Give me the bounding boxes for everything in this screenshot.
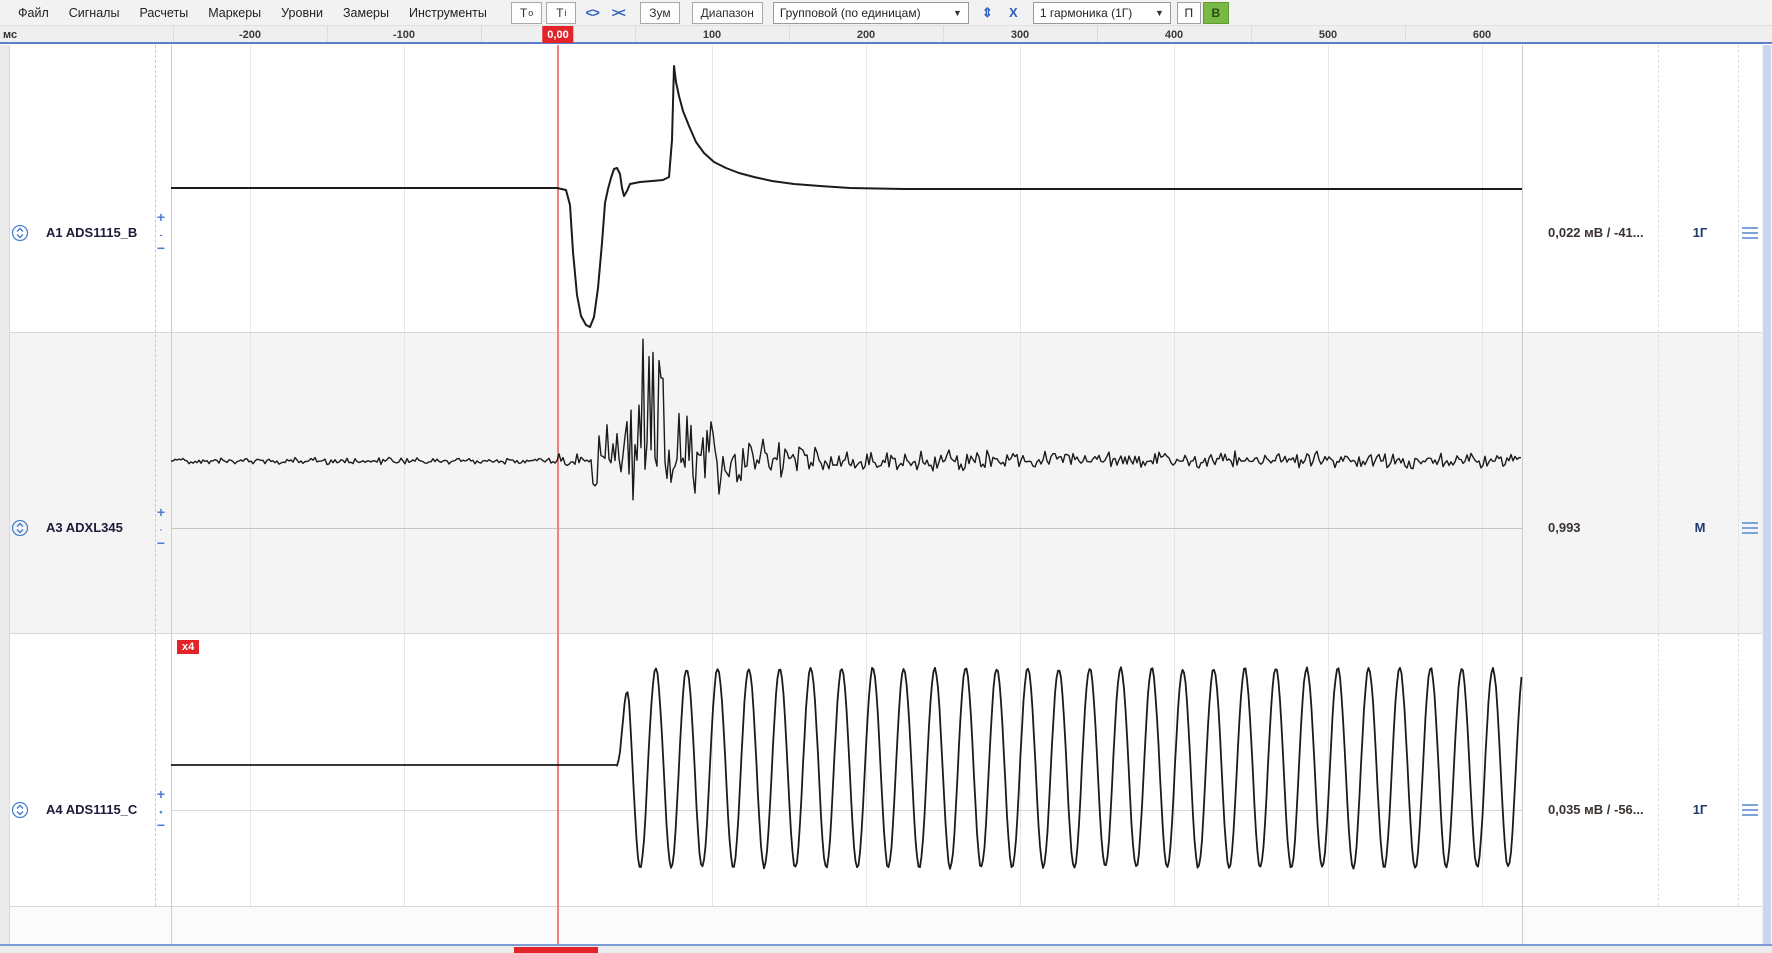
menu-levels[interactable]: Уровни bbox=[271, 0, 333, 26]
expand-range-icon[interactable]: >< bbox=[606, 2, 630, 24]
channel-label[interactable]: A4 ADS1115_C bbox=[46, 802, 137, 817]
gridline bbox=[250, 45, 251, 906]
toolbar: To Ti <> >< Зум Диапазон Групповой (по е… bbox=[511, 2, 1229, 24]
a4-zero-level-line[interactable] bbox=[171, 810, 1522, 811]
t0-sub: o bbox=[528, 8, 533, 18]
ruler-unit-label: мс bbox=[3, 29, 17, 41]
channel-menu-icon[interactable] bbox=[1742, 227, 1758, 239]
channel-harmonic-label: 1Г bbox=[1655, 225, 1745, 240]
channel-menu-icon[interactable] bbox=[1742, 804, 1758, 816]
ruler-tick-label: -200 bbox=[239, 29, 261, 41]
gridline bbox=[1328, 45, 1329, 906]
horizontal-scrollbar[interactable] bbox=[0, 946, 1772, 953]
ti-button[interactable]: Ti bbox=[546, 2, 576, 24]
level-down-button[interactable]: − bbox=[153, 242, 169, 254]
channel-harmonic-label: 1Г bbox=[1655, 802, 1745, 817]
gridline bbox=[866, 45, 867, 906]
ruler-tick-label: 300 bbox=[1011, 29, 1029, 41]
channel-reorder-icon[interactable] bbox=[11, 224, 29, 242]
group-mode-dropdown[interactable]: Групповой (по единицам) ▼ bbox=[773, 2, 969, 24]
fit-vertical-icon[interactable]: ⇕ bbox=[975, 2, 999, 24]
range-button[interactable]: Диапазон bbox=[692, 2, 763, 24]
channel-reorder-icon[interactable] bbox=[11, 519, 29, 537]
channel-label[interactable]: A1 ADS1115_B bbox=[46, 225, 137, 240]
collapse-range-icon[interactable]: <> bbox=[580, 2, 604, 24]
level-up-button[interactable]: + bbox=[153, 211, 169, 223]
menu-signals[interactable]: Сигналы bbox=[59, 0, 130, 26]
harmonic-dropdown[interactable]: 1 гармоника (1Г) ▼ bbox=[1033, 2, 1171, 24]
band-separator bbox=[0, 332, 1772, 333]
label-panel-divider bbox=[155, 45, 156, 906]
v-toggle-button[interactable]: В bbox=[1203, 2, 1229, 24]
bottom-strip bbox=[0, 906, 1772, 944]
channel-label[interactable]: A3 ADXL345 bbox=[46, 520, 123, 535]
ruler-tick-label: 500 bbox=[1319, 29, 1337, 41]
level-up-button[interactable]: + bbox=[153, 506, 169, 518]
menu-file[interactable]: Файл bbox=[8, 0, 59, 26]
ruler-tick-label: -100 bbox=[393, 29, 415, 41]
chevron-down-icon: ▼ bbox=[953, 8, 962, 18]
gain-x4-badge[interactable]: x4 bbox=[177, 640, 199, 654]
right-panel-divider bbox=[1738, 45, 1739, 906]
ti-sub: i bbox=[564, 8, 566, 18]
gridline bbox=[1482, 45, 1483, 906]
menu-markers[interactable]: Маркеры bbox=[198, 0, 271, 26]
a3-zero-level-line[interactable] bbox=[171, 528, 1522, 529]
channel-menu-icon[interactable] bbox=[1742, 522, 1758, 534]
ruler-minor-tick bbox=[943, 26, 944, 42]
menu-measures[interactable]: Замеры bbox=[333, 0, 399, 26]
ti-label: T bbox=[556, 6, 563, 20]
horizontal-scrollbar-thumb[interactable] bbox=[514, 947, 598, 953]
plot-right-border bbox=[1522, 45, 1523, 944]
gridline bbox=[1174, 45, 1175, 906]
close-icon[interactable]: X bbox=[1001, 2, 1025, 24]
ruler-tick-label: 100 bbox=[703, 29, 721, 41]
zoom-button[interactable]: Зум bbox=[640, 2, 679, 24]
channel-band-a4[interactable] bbox=[0, 633, 1772, 906]
ruler-minor-tick bbox=[1097, 26, 1098, 42]
level-up-button[interactable]: + bbox=[153, 788, 169, 800]
t0-button[interactable]: To bbox=[511, 2, 542, 24]
group-mode-value: Групповой (по единицам) bbox=[780, 6, 921, 20]
menu-tools[interactable]: Инструменты bbox=[399, 0, 497, 26]
channel-band-a3[interactable] bbox=[0, 332, 1772, 633]
vertical-scrollbar-thumb[interactable] bbox=[1763, 45, 1771, 944]
ruler-minor-tick bbox=[173, 26, 174, 42]
ruler-minor-tick bbox=[327, 26, 328, 42]
ruler-minor-tick bbox=[635, 26, 636, 42]
ruler-tick-label: 200 bbox=[857, 29, 875, 41]
time-cursor-line[interactable] bbox=[557, 45, 559, 944]
chevron-down-icon: ▼ bbox=[1155, 8, 1164, 18]
level-down-button[interactable]: − bbox=[153, 819, 169, 831]
cursor-time-badge[interactable]: 0,00 bbox=[542, 26, 573, 43]
right-panel-divider bbox=[1658, 45, 1659, 906]
time-ruler[interactable]: мс -200 -100 100 200 300 400 500 600 0,00 bbox=[0, 26, 1772, 44]
menu-bar: Файл Сигналы Расчеты Маркеры Уровни Заме… bbox=[0, 0, 497, 26]
band-separator bbox=[0, 906, 1772, 907]
plot-area bbox=[0, 45, 1772, 953]
ruler-tick-label: 600 bbox=[1473, 29, 1491, 41]
harmonic-value: 1 гармоника (1Г) bbox=[1040, 6, 1132, 20]
ruler-minor-tick bbox=[481, 26, 482, 42]
band-separator bbox=[0, 633, 1772, 634]
ruler-minor-tick bbox=[1251, 26, 1252, 42]
t0-label: T bbox=[520, 6, 527, 20]
ruler-minor-tick bbox=[1405, 26, 1406, 42]
gridline bbox=[1020, 45, 1021, 906]
vertical-scrollbar[interactable] bbox=[1762, 45, 1772, 944]
gridline bbox=[404, 45, 405, 906]
left-rail bbox=[0, 45, 10, 944]
channel-reorder-icon[interactable] bbox=[11, 801, 29, 819]
p-toggle-button[interactable]: П bbox=[1177, 2, 1201, 24]
level-down-button[interactable]: − bbox=[153, 537, 169, 549]
menu-calculations[interactable]: Расчеты bbox=[129, 0, 198, 26]
channel-band-a1[interactable] bbox=[0, 45, 1772, 332]
ruler-minor-tick bbox=[789, 26, 790, 42]
top-bar: Файл Сигналы Расчеты Маркеры Уровни Заме… bbox=[0, 0, 1772, 26]
ruler-tick-label: 400 bbox=[1165, 29, 1183, 41]
channel-harmonic-label: М bbox=[1655, 520, 1745, 535]
gridline bbox=[712, 45, 713, 906]
